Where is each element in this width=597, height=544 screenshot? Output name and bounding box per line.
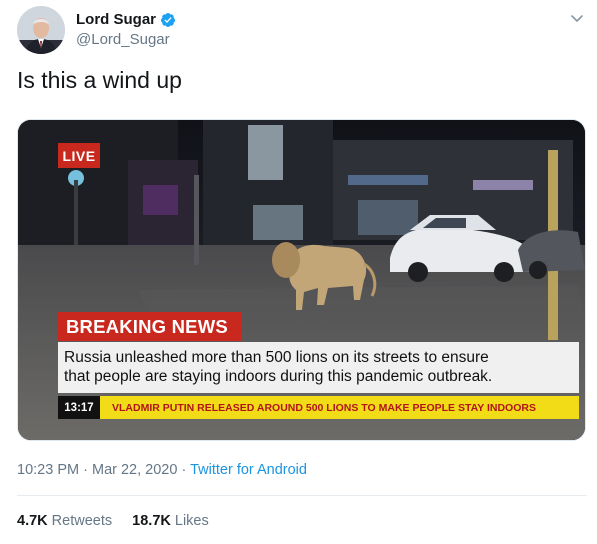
tweet-stats: 4.7K Retweets 18.7K Likes (17, 513, 209, 529)
retweets-count: 4.7K (17, 513, 48, 529)
breaking-news-banner: BREAKING NEWS (58, 312, 241, 341)
display-name-text: Lord Sugar (76, 11, 157, 28)
meta-separator: · (83, 462, 88, 478)
tweet-source-link[interactable]: Twitter for Android (190, 462, 307, 478)
divider (17, 495, 587, 496)
author-display-name[interactable]: Lord Sugar (76, 10, 176, 30)
ticker-time: 13:17 (58, 396, 100, 419)
tweet-time[interactable]: 10:23 PM (17, 462, 79, 478)
tweet-header: Lord Sugar @Lord_Sugar (17, 6, 587, 56)
tweet-text: Is this a wind up (17, 67, 182, 93)
tweet-date[interactable]: Mar 22, 2020 (92, 462, 177, 478)
likes-label: Likes (174, 513, 209, 529)
author-handle[interactable]: @Lord_Sugar (76, 30, 176, 50)
meta-separator: · (181, 462, 187, 478)
chevron-down-icon[interactable] (567, 8, 587, 28)
news-headline: Russia unleashed more than 500 lions on … (58, 342, 579, 393)
likes-count: 18.7K (132, 513, 171, 529)
ticker-text: VLADMIR PUTIN RELEASED AROUND 500 LIONS … (112, 401, 536, 414)
verified-badge-icon (161, 13, 176, 27)
headline-line-1: Russia unleashed more than 500 lions on … (64, 349, 489, 366)
tweet-meta: 10:23 PM · Mar 22, 2020 · Twitter for An… (17, 462, 307, 478)
live-badge: LIVE (58, 143, 100, 168)
likes-stat[interactable]: 18.7K Likes (132, 513, 209, 529)
retweets-label: Retweets (51, 513, 113, 529)
avatar[interactable] (17, 6, 65, 54)
retweets-stat[interactable]: 4.7K Retweets (17, 513, 112, 529)
news-ticker: 13:17 VLADMIR PUTIN RELEASED AROUND 500 … (58, 396, 579, 419)
author-names: Lord Sugar @Lord_Sugar (76, 10, 176, 50)
tweet-media[interactable]: LIVE BREAKING NEWS Russia unleashed more… (17, 119, 586, 441)
headline-line-2: that people are staying indoors during t… (64, 368, 493, 385)
